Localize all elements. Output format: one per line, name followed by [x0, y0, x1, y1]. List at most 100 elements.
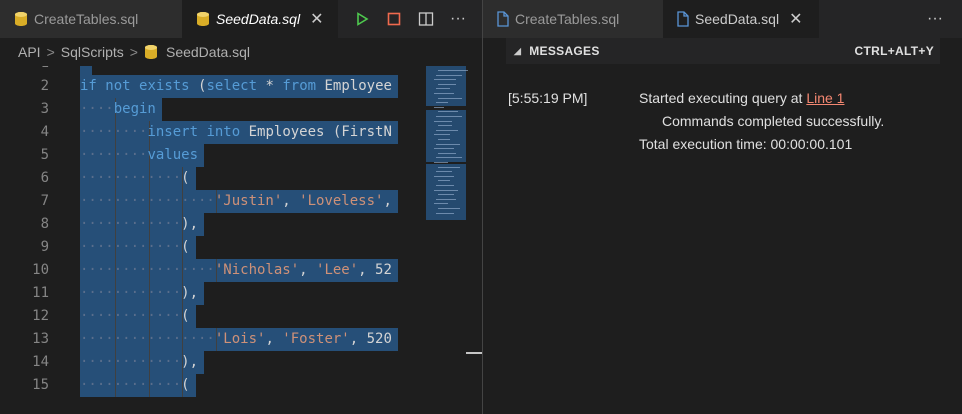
breadcrumb-folder[interactable]: API	[18, 44, 41, 60]
line-number: 5	[40, 147, 49, 163]
editor-split-divider[interactable]	[482, 0, 483, 414]
code-line: 3 ····begin	[0, 98, 420, 121]
code-text: ········values	[80, 147, 199, 163]
minimap-line	[438, 152, 456, 154]
database-icon	[144, 44, 158, 60]
database-icon	[14, 11, 28, 27]
code-line: 13 ················'Lois', 'Foster', 520	[0, 328, 420, 351]
breadcrumb-folder[interactable]: SqlScripts	[61, 44, 124, 60]
line-number: 9	[40, 239, 49, 255]
code-line: 2 if not exists (select * from Employee	[0, 75, 420, 98]
tab-label: SeedData.sql	[695, 11, 780, 27]
minimap-line	[438, 125, 452, 127]
code-text: ················'Nicholas', 'Lee', 52	[80, 262, 392, 278]
minimap[interactable]	[420, 66, 470, 414]
minimap-line	[438, 194, 454, 196]
minimap-line	[434, 106, 444, 108]
right-tab-bar: CreateTables.sql SeedData.sql ✕ ···	[483, 0, 962, 38]
database-icon	[196, 11, 210, 27]
minimap-line	[434, 175, 454, 177]
minimap-line	[436, 102, 448, 104]
code-text: ················'Lois', 'Foster', 520	[80, 331, 392, 347]
line-number: 12	[32, 308, 49, 324]
stop-icon[interactable]	[382, 7, 406, 31]
chevron-right-icon: >	[46, 44, 55, 60]
tab-seeddata-left[interactable]: SeedData.sql ✕	[182, 0, 338, 38]
minimap-line	[436, 88, 450, 90]
tab-createtables-right[interactable]: CreateTables.sql	[483, 0, 663, 38]
tab-seeddata-right[interactable]: SeedData.sql ✕	[663, 0, 819, 38]
tab-label: SeedData.sql	[216, 11, 301, 27]
code-line: 15 ············(	[0, 374, 420, 397]
line-number: 11	[32, 285, 49, 301]
minimap-line	[434, 120, 452, 122]
minimap-selection	[426, 66, 466, 106]
breadcrumb-file[interactable]: SeedData.sql	[166, 44, 250, 60]
code-line: 8 ············),	[0, 213, 420, 236]
minimap-line	[436, 212, 454, 214]
tab-createtables-left[interactable]: CreateTables.sql	[0, 0, 182, 38]
close-icon[interactable]: ✕	[310, 9, 323, 29]
messages-header[interactable]: ◢ MESSAGES CTRL+ALT+Y	[506, 38, 940, 64]
code-line: 9 ············(	[0, 236, 420, 259]
minimap-selection	[426, 110, 466, 162]
minimap-line	[434, 203, 448, 205]
minimap-line	[436, 185, 454, 186]
minimap-line	[438, 70, 468, 71]
minimap-line	[438, 208, 460, 209]
file-icon	[677, 11, 689, 27]
more-actions-icon[interactable]: ···	[923, 7, 947, 31]
minimap-line	[436, 198, 456, 200]
run-icon[interactable]	[350, 7, 374, 31]
line-number: 7	[40, 193, 49, 209]
tab-label: CreateTables.sql	[34, 11, 139, 27]
code-editor[interactable]: 12if not exists (select * from Employee3…	[0, 66, 482, 414]
right-editor-actions: ···	[923, 0, 947, 38]
line-number: 15	[32, 377, 49, 393]
message-timestamp: [5:55:19 PM]	[508, 90, 588, 106]
code-text: ············),	[80, 354, 199, 370]
chevron-right-icon: >	[129, 44, 138, 60]
collapse-triangle-icon[interactable]: ◢	[514, 46, 521, 57]
minimap-line	[438, 97, 462, 99]
code-text: ············(	[80, 170, 190, 186]
code-line: 10 ················'Nicholas', 'Lee', 52	[0, 259, 420, 282]
minimap-line	[436, 116, 462, 117]
messages-shortcut: CTRL+ALT+Y	[854, 44, 934, 58]
minimap-line	[436, 129, 458, 131]
code-text: ············),	[80, 216, 199, 232]
minimap-line	[438, 139, 450, 140]
close-icon[interactable]: ✕	[789, 9, 802, 29]
split-editor-icon[interactable]	[414, 7, 438, 31]
minimap-line	[436, 143, 460, 145]
line-number: 6	[40, 170, 49, 186]
more-actions-icon[interactable]: ···	[446, 7, 470, 31]
scrollbar-position-marker	[466, 352, 482, 354]
code-text: ············),	[80, 285, 199, 301]
line-number: 10	[32, 262, 49, 278]
line-number: 8	[40, 216, 49, 232]
message-line-total-time: Total execution time: 00:00:00.101	[639, 136, 853, 152]
code-text: ················'Justin', 'Loveless',	[80, 193, 392, 209]
code-line: 14 ············),	[0, 351, 420, 374]
minimap-line	[438, 111, 458, 113]
breadcrumb: API > SqlScripts > SeedData.sql	[0, 38, 482, 66]
code-text: ············(	[80, 377, 190, 393]
code-line: 6 ············(	[0, 167, 420, 190]
minimap-line	[436, 74, 462, 76]
left-tab-bar: CreateTables.sql SeedData.sql ✕ ···	[0, 0, 482, 38]
code-line: 4 ········insert into Employees (FirstN	[0, 121, 420, 144]
vertical-scrollbar[interactable]	[470, 66, 482, 414]
line-link[interactable]: Line 1	[806, 90, 844, 106]
minimap-line	[436, 171, 452, 173]
code-line: 1	[0, 66, 420, 75]
minimap-line	[438, 180, 450, 182]
message-text: Started executing query at	[639, 90, 807, 106]
line-number: 4	[40, 124, 49, 140]
line-number: 14	[32, 354, 49, 370]
file-icon	[497, 11, 509, 27]
editor-actions: ···	[342, 0, 470, 38]
minimap-line	[434, 79, 456, 81]
minimap-line	[438, 166, 460, 168]
selection-highlight	[80, 66, 92, 75]
